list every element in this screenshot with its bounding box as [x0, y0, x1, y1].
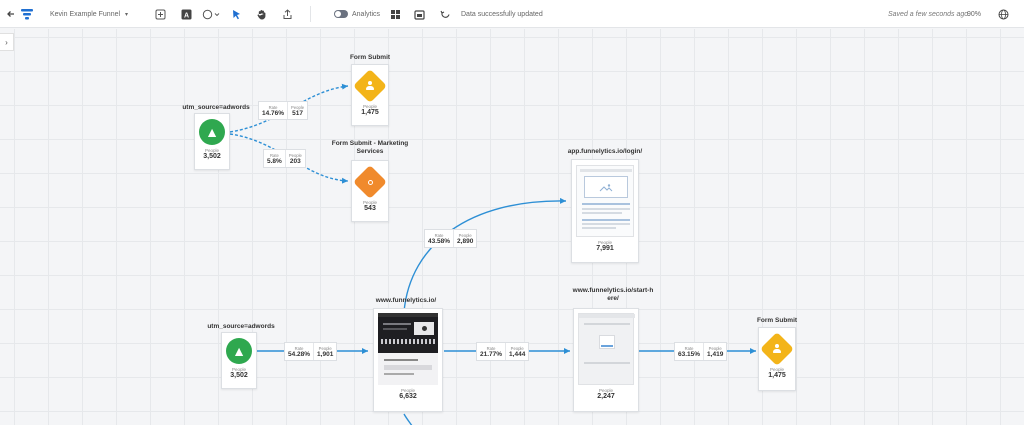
conversion-stat: Rate 21.77% People 1,444 — [476, 342, 530, 361]
rate-value: 43.58% — [428, 237, 451, 245]
rate-value: 54.28% — [288, 350, 311, 358]
cursor-select-icon[interactable] — [227, 5, 245, 23]
top-toolbar: Kevin Example Funnel ▾ A Analytics Data … — [0, 0, 1024, 28]
refresh-data-icon[interactable] — [436, 5, 454, 23]
node-label: utm_source=adwords — [207, 323, 275, 330]
shape-tool-icon[interactable] — [200, 5, 224, 23]
node-label: Form Submit — [349, 54, 391, 61]
tag-icon — [353, 165, 387, 199]
conversion-stat: Rate 63.15% People 1,419 — [674, 342, 728, 361]
rate-value: 21.77% — [480, 350, 503, 358]
people-count: 3,502 — [230, 372, 248, 379]
people-value: 1,419 — [707, 350, 724, 358]
form-submit-icon — [760, 332, 794, 366]
people-count: 3,502 — [203, 153, 221, 160]
text-tool-icon[interactable]: A — [177, 5, 195, 23]
people-value: 1,444 — [509, 350, 526, 358]
people-count: 7,991 — [596, 245, 614, 252]
people-value: 1,901 — [317, 350, 334, 358]
funnel-connections — [229, 83, 756, 425]
status-message: Data successfully updated — [461, 10, 543, 18]
form-submit-node[interactable]: People 543 — [351, 160, 389, 222]
conversion-stat: Rate 43.58% People 2,890 — [424, 229, 478, 248]
rate-value: 14.76% — [262, 109, 285, 117]
page-node[interactable]: People 6,632 — [373, 308, 443, 412]
form-submit-node[interactable]: People 1,475 — [351, 64, 389, 126]
analytics-toggle[interactable]: Analytics — [334, 0, 380, 28]
node-label-line: www.funnelytics.io/start-h — [572, 287, 654, 294]
google-ads-icon: ▲ — [226, 338, 252, 364]
rate-value: 63.15% — [678, 350, 701, 358]
node-label: www.funnelytics.io/start-h ere/ — [553, 287, 673, 303]
share-export-icon[interactable] — [278, 5, 296, 23]
add-element-icon[interactable] — [151, 5, 169, 23]
page-thumbnail — [578, 313, 635, 385]
node-label-line: Services — [356, 148, 384, 156]
form-submit-icon — [353, 69, 387, 103]
globe-icon[interactable] — [994, 5, 1012, 23]
funnel-name-dropdown[interactable]: Kevin Example Funnel ▾ — [50, 0, 128, 28]
page-node[interactable]: People 2,247 — [573, 308, 639, 412]
conversion-stat: Rate 5.8% People 203 — [263, 149, 306, 168]
node-label: utm_source=adwords — [182, 104, 250, 111]
grid-view-icon[interactable] — [386, 5, 404, 23]
zoom-level[interactable]: 90% — [967, 0, 981, 28]
page-thumbnail — [378, 313, 438, 385]
analytics-label: Analytics — [352, 10, 381, 18]
chevron-down-icon: ▾ — [125, 11, 129, 18]
funnel-canvas[interactable]: › utm_source=adwords ▲ People 3,502 Rate… — [0, 29, 1024, 425]
video-play-icon — [414, 322, 434, 335]
edge-home-to-login — [403, 197, 567, 313]
saved-status: Saved a few seconds ago — [888, 10, 969, 18]
google-ads-icon: ▲ — [199, 119, 225, 145]
node-label: www.funnelytics.io/ — [375, 297, 437, 304]
edge-home-to-below — [403, 413, 413, 425]
people-value: 203 — [289, 157, 301, 165]
toggle-switch-icon — [334, 10, 348, 18]
form-submit-node[interactable]: People 1,475 — [758, 327, 796, 391]
people-value: 2,890 — [457, 237, 474, 245]
page-thumbnail — [576, 165, 634, 237]
people-count: 1,475 — [768, 372, 786, 379]
traffic-source-node[interactable]: ▲ People 3,502 — [194, 113, 230, 170]
toolbar-divider — [310, 6, 311, 22]
node-label: app.funnelytics.io/login/ — [567, 148, 643, 155]
people-count: 543 — [364, 205, 376, 212]
funnelytics-logo-icon — [18, 5, 36, 23]
calendar-icon[interactable] — [410, 5, 428, 23]
funnel-name: Kevin Example Funnel — [50, 10, 121, 18]
traffic-source-node[interactable]: ▲ People 3,502 — [221, 332, 257, 389]
node-label-line: Form Submit - Marketing — [331, 140, 409, 147]
people-count: 6,632 — [399, 393, 417, 400]
node-label: Form Submit — [756, 317, 798, 324]
people-count: 1,475 — [361, 109, 379, 116]
people-value: 517 — [292, 109, 303, 117]
hand-pan-icon[interactable] — [252, 5, 270, 23]
node-label-line: ere/ — [607, 295, 619, 303]
svg-text:A: A — [183, 12, 188, 19]
rate-value: 5.8% — [267, 157, 282, 165]
conversion-stat: Rate 54.28% People 1,901 — [284, 342, 338, 361]
page-node[interactable]: People 7,991 — [571, 159, 639, 263]
node-label: Form Submit - Marketing Services — [320, 140, 420, 156]
people-count: 2,247 — [597, 393, 615, 400]
image-placeholder-icon — [584, 176, 628, 198]
conversion-stat: Rate 14.76% People 517 — [258, 101, 309, 120]
